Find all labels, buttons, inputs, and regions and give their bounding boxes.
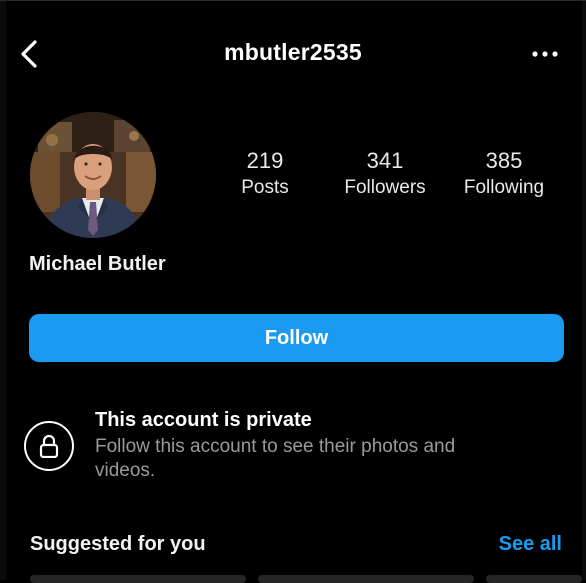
followers-count: 341 (366, 148, 404, 173)
following-count: 385 (485, 148, 523, 173)
screen-edge-right (582, 1, 586, 580)
lock-badge (24, 421, 74, 471)
more-horizontal-icon (532, 51, 558, 57)
profile-photo (30, 112, 156, 238)
screen-edge-left (0, 1, 6, 580)
private-account-title: This account is private (95, 409, 312, 431)
follow-button[interactable]: Follow (29, 314, 564, 362)
lock-icon (39, 434, 59, 458)
profile-screen: mbutler2535 219 Posts 341 Followers 385 … (0, 0, 586, 583)
suggested-card[interactable] (30, 575, 246, 583)
following-label: Following (463, 177, 545, 198)
see-all-link[interactable]: See all (499, 533, 562, 556)
avatar[interactable] (30, 112, 156, 238)
posts-count: 219 (246, 148, 284, 173)
stat-followers[interactable]: 341 Followers (330, 148, 440, 201)
profile-full-name: Michael Butler (29, 253, 166, 275)
followers-label: Followers (344, 177, 426, 198)
posts-label: Posts (241, 177, 289, 198)
suggested-card[interactable] (486, 575, 582, 583)
stat-following[interactable]: 385 Following (449, 148, 559, 201)
profile-username: mbutler2535 (224, 39, 362, 65)
suggested-card[interactable] (258, 575, 474, 583)
suggested-heading: Suggested for you (30, 533, 206, 555)
private-account-description: Follow this account to see their photos … (95, 436, 456, 481)
stat-posts[interactable]: 219 Posts (210, 148, 320, 201)
more-options-button[interactable] (530, 41, 560, 67)
